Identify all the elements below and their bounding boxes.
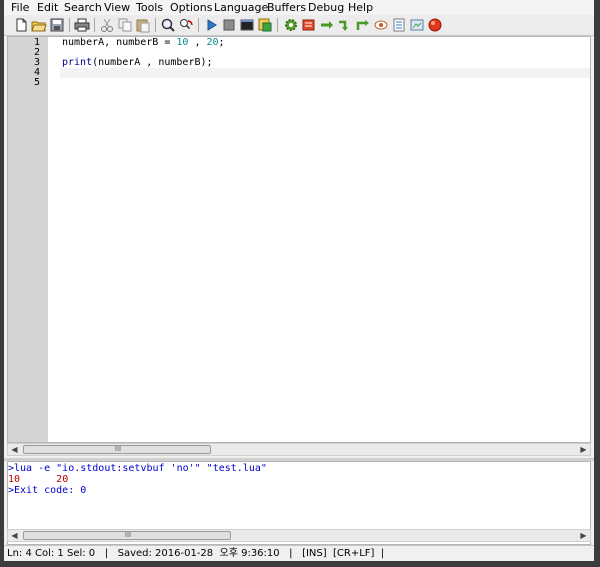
code-text: (numberA , numberB); xyxy=(92,57,213,68)
menu-help[interactable]: Help xyxy=(348,1,373,14)
open-folder-icon[interactable] xyxy=(31,17,47,33)
scroll-right-arrow-icon[interactable]: ▶ xyxy=(577,444,590,455)
output-exit-code: >Exit code: 0 xyxy=(8,485,87,496)
debug-bug-icon[interactable] xyxy=(301,17,317,33)
editor-horizontal-scrollbar[interactable]: ◀ III ▶ xyxy=(7,443,591,456)
grip-icon: III xyxy=(124,531,132,539)
scrollbar-thumb[interactable]: III xyxy=(23,531,231,540)
menu-search[interactable]: Search xyxy=(64,1,102,14)
menu-tools[interactable]: Tools xyxy=(136,1,163,14)
step-into-icon[interactable] xyxy=(337,17,353,33)
menu-options[interactable]: Options xyxy=(170,1,212,14)
output-command: >lua -e "io.stdout:setvbuf 'no'" "test.l… xyxy=(8,463,267,474)
menubar: File Edit Search View Tools Options Lang… xyxy=(4,0,594,15)
find-icon[interactable] xyxy=(160,17,176,33)
code-line-1[interactable]: numberA, numberB = 10 , 20; xyxy=(62,38,225,48)
stop-icon[interactable] xyxy=(221,17,237,33)
save-all-icon[interactable] xyxy=(257,17,273,33)
status-bar: Ln: 4 Col: 1 Sel: 0 | Saved: 2016-01-28 … xyxy=(4,545,594,562)
command-prompt-icon[interactable] xyxy=(239,17,255,33)
print-icon[interactable] xyxy=(74,17,90,33)
window-frame-bottom xyxy=(0,561,600,567)
paste-icon[interactable] xyxy=(135,17,151,33)
current-line-highlight xyxy=(60,68,590,78)
snapshot-icon[interactable] xyxy=(409,17,425,33)
scroll-right-arrow-icon[interactable]: ▶ xyxy=(577,530,590,541)
number-literal: 10 xyxy=(176,37,189,48)
number-literal: 20 xyxy=(206,37,219,48)
menu-edit[interactable]: Edit xyxy=(37,1,58,14)
status-text: Ln: 4 Col: 1 Sel: 0 | Saved: 2016-01-28 … xyxy=(7,548,385,559)
window-frame-left xyxy=(0,0,4,567)
fold-margin[interactable] xyxy=(48,37,60,442)
code-line-3[interactable]: print(numberA , numberB); xyxy=(62,58,213,68)
menu-debug[interactable]: Debug xyxy=(308,1,344,14)
scroll-left-arrow-icon[interactable]: ◀ xyxy=(8,530,21,541)
code-editor[interactable]: 1 2 3 4 5 numberA, numberB = 10 , 20; pr… xyxy=(7,36,591,443)
code-text: , xyxy=(188,37,207,48)
find-replace-icon[interactable] xyxy=(178,17,194,33)
menu-file[interactable]: File xyxy=(11,1,29,14)
copy-icon[interactable] xyxy=(117,17,133,33)
menu-buffers[interactable]: Buffers xyxy=(267,1,306,14)
output-result: 10 20 xyxy=(8,474,69,485)
scrollbar-thumb[interactable]: III xyxy=(23,445,211,454)
output-horizontal-scrollbar[interactable]: ◀ III ▶ xyxy=(7,529,591,542)
line-number-gutter: 1 2 3 4 5 xyxy=(8,37,48,442)
toolbar xyxy=(4,15,594,36)
stack-list-icon[interactable] xyxy=(391,17,407,33)
step-over-icon[interactable] xyxy=(319,17,335,33)
stop-debug-icon[interactable] xyxy=(427,17,443,33)
line-number: 5 xyxy=(33,77,40,88)
cut-icon[interactable] xyxy=(99,17,115,33)
scroll-left-arrow-icon[interactable]: ◀ xyxy=(8,444,21,455)
function-name: print xyxy=(62,57,93,68)
menu-view[interactable]: View xyxy=(104,1,130,14)
code-text: ; xyxy=(218,37,225,48)
new-file-icon[interactable] xyxy=(13,17,29,33)
step-out-icon[interactable] xyxy=(355,17,371,33)
window-frame-right xyxy=(594,0,600,567)
menu-language[interactable]: Language xyxy=(214,1,268,14)
code-text: numberA, numberB = xyxy=(62,37,177,48)
run-icon[interactable] xyxy=(203,17,219,33)
save-icon[interactable] xyxy=(49,17,65,33)
watch-eye-icon[interactable] xyxy=(373,17,389,33)
compile-gear-icon[interactable] xyxy=(283,17,299,33)
grip-icon: III xyxy=(114,445,122,453)
